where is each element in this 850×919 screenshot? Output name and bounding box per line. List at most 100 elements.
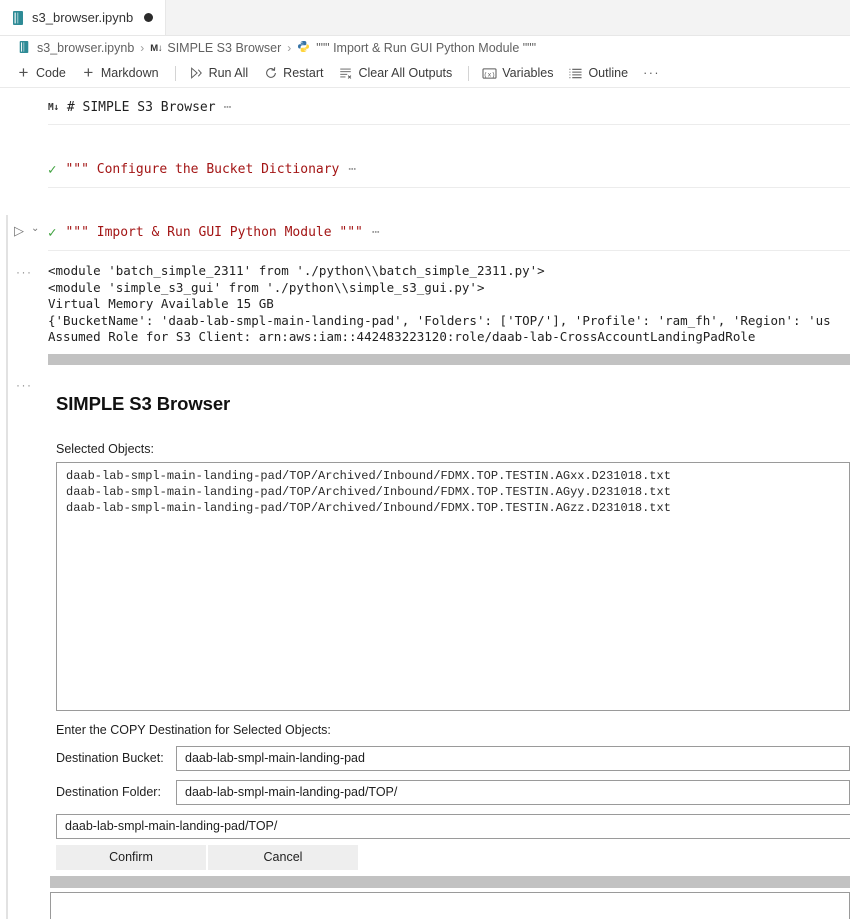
notebook-toolbar: + Code + Markdown Run All Restart Clear …	[0, 59, 850, 88]
markdown-cell-source: # SIMPLE S3 Browser	[66, 100, 216, 115]
confirm-button-label: Confirm	[109, 850, 153, 864]
markdown-icon: M↓	[48, 102, 59, 113]
list-item: daab-lab-smpl-main-landing-pad/TOP/Archi…	[66, 468, 671, 483]
breadcrumb: s3_browser.ipynb › M↓ SIMPLE S3 Browser …	[0, 36, 850, 59]
unsaved-indicator-icon	[144, 13, 154, 22]
cell-output-text: ··· <module 'batch_simple_2311' from './…	[0, 256, 850, 365]
code-cell-content[interactable]: ✓ """ Import & Run GUI Python Module """…	[48, 212, 850, 251]
add-markdown-cell-label: Markdown	[100, 66, 159, 80]
output-stream-text: <module 'batch_simple_2311' from './pyth…	[48, 256, 850, 346]
action-button-row: Confirm Cancel	[56, 844, 850, 870]
selected-objects-list[interactable]: daab-lab-smpl-main-landing-pad/TOP/Archi…	[56, 461, 850, 711]
editor-tab-label: s3_browser.ipynb	[32, 10, 134, 25]
notebook-icon	[18, 40, 32, 56]
breadcrumb-item-notebook[interactable]: s3_browser.ipynb	[18, 40, 134, 56]
breadcrumb-label-notebook: s3_browser.ipynb	[37, 40, 135, 55]
variables-button[interactable]: (x) Variables	[476, 64, 562, 83]
cancel-button[interactable]: Cancel	[208, 844, 358, 870]
cell-collapsed-ellipsis-icon[interactable]: ⋯	[372, 225, 381, 240]
outline-icon	[568, 66, 583, 81]
next-cell-editor[interactable]	[50, 891, 850, 919]
python-icon	[297, 40, 311, 56]
page-title: SIMPLE S3 Browser	[56, 392, 231, 414]
notebook-cell-list: M↓ # SIMPLE S3 Browser ⋯ ✓ """ Configure…	[0, 88, 850, 919]
cell-collapsed-ellipsis-icon[interactable]: ⋯	[224, 100, 233, 115]
restart-kernel-label: Restart	[283, 66, 324, 80]
cell-success-icon: ✓	[48, 224, 57, 241]
toolbar-divider	[468, 65, 470, 81]
more-actions-button[interactable]: ···	[637, 64, 669, 82]
path-preview-value: daab-lab-smpl-main-landing-pad/TOP/	[65, 819, 278, 833]
svg-text:(x): (x)	[484, 71, 496, 78]
breadcrumb-label-markdown-cell: SIMPLE S3 Browser	[167, 40, 282, 55]
notebook-cell-import-run-gui[interactable]: ▷ ⌄ ✓ """ Import & Run GUI Python Module…	[0, 212, 850, 251]
plus-icon: +	[18, 63, 29, 82]
run-cell-button[interactable]: ▷	[14, 224, 24, 237]
breadcrumb-separator-icon: ›	[140, 40, 145, 55]
clear-all-outputs-label: Clear All Outputs	[358, 66, 453, 80]
destination-folder-label: Destination Folder:	[56, 785, 161, 799]
outline-label: Outline	[588, 66, 629, 80]
variables-label: Variables	[502, 66, 554, 80]
run-all-label: Run All	[208, 66, 249, 80]
markdown-cell-content[interactable]: M↓ # SIMPLE S3 Browser ⋯	[48, 88, 850, 125]
restart-icon	[263, 66, 278, 81]
path-preview-input[interactable]: daab-lab-smpl-main-landing-pad/TOP/	[56, 813, 850, 839]
markdown-icon: M↓	[150, 43, 163, 54]
breadcrumb-item-markdown-cell[interactable]: M↓ SIMPLE S3 Browser	[150, 41, 281, 55]
destination-bucket-input[interactable]: daab-lab-smpl-main-landing-pad	[176, 745, 850, 771]
s3-browser-widget: SIMPLE S3 Browser Selected Objects: daab…	[48, 375, 850, 870]
list-item: daab-lab-smpl-main-landing-pad/TOP/Archi…	[66, 500, 671, 515]
restart-kernel-button[interactable]: Restart	[257, 64, 332, 83]
cancel-button-label: Cancel	[263, 850, 303, 864]
editor-tab-s3-browser[interactable]: s3_browser.ipynb	[0, 0, 167, 35]
cell-collapsed-ellipsis-icon[interactable]: ⋯	[348, 162, 357, 177]
notebook-cell-markdown[interactable]: M↓ # SIMPLE S3 Browser ⋯	[0, 88, 850, 125]
more-actions-label: ···	[643, 66, 661, 80]
output-line: <module 'simple_s3_gui' from './python\\…	[48, 279, 485, 295]
output-more-actions-button[interactable]: ···	[16, 266, 33, 278]
cell-focus-rail	[6, 215, 8, 919]
output-line: Virtual Memory Available 15 GB	[48, 296, 274, 311]
cell-success-icon: ✓	[48, 161, 57, 178]
destination-folder-value: daab-lab-smpl-main-landing-pad/TOP/	[185, 785, 398, 799]
output-more-actions-button[interactable]: ···	[16, 379, 33, 391]
clear-all-outputs-button[interactable]: Clear All Outputs	[332, 64, 461, 83]
clear-all-outputs-icon	[338, 66, 353, 81]
vscode-notebook-window: s3_browser.ipynb s3_browser.ipynb › M↓ S…	[0, 0, 850, 919]
output-horizontal-scrollbar[interactable]	[48, 353, 850, 365]
outline-button[interactable]: Outline	[562, 64, 637, 83]
destination-folder-input[interactable]: daab-lab-smpl-main-landing-pad/TOP/	[176, 779, 850, 805]
cell-gutter	[0, 149, 48, 188]
code-cell-source: """ Import & Run GUI Python Module """	[65, 225, 363, 240]
code-cell-content[interactable]: ✓ """ Configure the Bucket Dictionary ⋯	[48, 149, 850, 188]
breadcrumb-separator-icon: ›	[287, 40, 292, 55]
add-code-cell-label: Code	[36, 66, 66, 80]
add-markdown-cell-button[interactable]: + Markdown	[75, 64, 168, 83]
output-line: {'BucketName': 'daab-lab-smpl-main-landi…	[48, 312, 831, 328]
destination-bucket-label: Destination Bucket:	[56, 751, 164, 765]
breadcrumb-label-code-cell: """ Import & Run GUI Python Module """	[316, 40, 537, 55]
list-item: daab-lab-smpl-main-landing-pad/TOP/Archi…	[66, 484, 671, 499]
plus-icon: +	[83, 63, 94, 82]
selected-objects-label: Selected Objects:	[56, 441, 154, 456]
widget-horizontal-scrollbar[interactable]	[50, 875, 850, 888]
variables-icon: (x)	[482, 66, 497, 81]
chevron-down-icon[interactable]: ⌄	[31, 224, 39, 234]
destination-folder-row: Destination Folder: daab-lab-smpl-main-l…	[56, 779, 850, 805]
copy-destination-label: Enter the COPY Destination for Selected …	[56, 722, 331, 737]
breadcrumb-item-code-cell[interactable]: """ Import & Run GUI Python Module """	[297, 40, 536, 56]
cell-gutter	[0, 88, 48, 125]
notebook-cell-configure-bucket[interactable]: ✓ """ Configure the Bucket Dictionary ⋯	[0, 149, 850, 188]
destination-bucket-value: daab-lab-smpl-main-landing-pad	[185, 751, 365, 765]
editor-tab-bar: s3_browser.ipynb	[0, 0, 850, 36]
add-code-cell-button[interactable]: + Code	[10, 64, 75, 83]
confirm-button[interactable]: Confirm	[56, 844, 206, 870]
output-line: <module 'batch_simple_2311' from './pyth…	[48, 263, 545, 278]
cell-output-gui-widget: ··· SIMPLE S3 Browser Selected Objects: …	[0, 375, 850, 870]
run-all-icon	[189, 66, 204, 81]
run-all-button[interactable]: Run All	[183, 64, 258, 83]
output-line: Assumed Role for S3 Client: arn:aws:iam:…	[48, 329, 756, 344]
code-cell-source: """ Configure the Bucket Dictionary	[65, 162, 340, 177]
notebook-icon	[11, 10, 25, 26]
